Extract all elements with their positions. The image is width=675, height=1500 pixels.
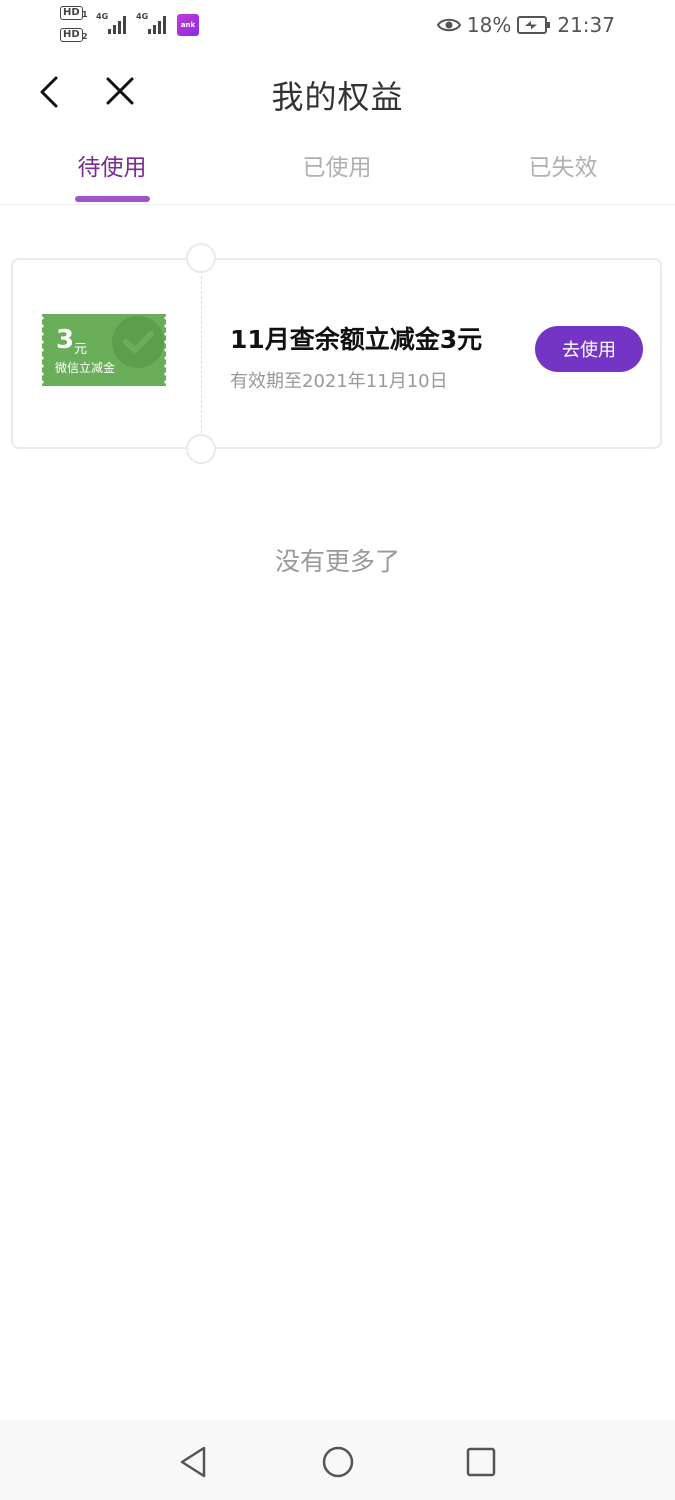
wechat-coupon-ticket: 3 元 微信立减金: [42, 314, 166, 386]
wechat-pay-icon: [112, 316, 164, 368]
ticket-amount: 3: [56, 325, 75, 355]
ticket-caption: 微信立减金: [55, 361, 116, 375]
coupon-expiry: 有效期至2021年11月10日: [230, 371, 448, 392]
square-recents-icon[interactable]: [461, 1442, 501, 1482]
hd1-sub: 1: [82, 10, 88, 19]
tab-bar: 待使用 已使用 已失效: [0, 140, 675, 205]
network-label-1: 4G: [96, 12, 109, 21]
triangle-back-icon[interactable]: [174, 1442, 214, 1482]
eye-icon: [436, 18, 461, 32]
hd2-badge: HD: [60, 28, 83, 42]
network-label-2: 4G: [136, 12, 149, 21]
active-tab-indicator: [75, 196, 150, 202]
nav-header: 我的权益: [0, 50, 675, 140]
coupon-divider: [201, 276, 202, 433]
hd2-sub: 2: [82, 32, 88, 41]
battery-percent: 18%: [466, 13, 512, 37]
bank-app-icon: ank: [177, 14, 199, 36]
no-more-hint: 没有更多了: [274, 547, 400, 576]
clock: 21:37: [557, 13, 615, 37]
signal-icon-2: [148, 14, 170, 34]
battery-charging-icon: [517, 16, 551, 34]
coupon-card: 3 元 微信立减金 11月查余额立减金3元 有效期至2021年11月10日 去使…: [11, 243, 662, 464]
status-right-group: 18% 21:37: [436, 10, 615, 40]
hd1-badge: HD: [60, 6, 83, 20]
circle-home-icon[interactable]: [318, 1442, 358, 1482]
coupon-title: 11月查余额立减金3元: [230, 325, 483, 354]
ticket-unit: 元: [74, 342, 88, 357]
signal-icon-1: [108, 14, 130, 34]
system-nav-bar: [0, 1420, 675, 1500]
tab-expired[interactable]: 已失效: [488, 148, 638, 204]
tab-used[interactable]: 已使用: [262, 148, 412, 204]
status-bar: HD 1 HD 2 4G 4G ank 18% 21:37: [0, 0, 675, 50]
use-coupon-button[interactable]: 去使用: [535, 326, 643, 372]
page-title: 我的权益: [271, 78, 404, 116]
